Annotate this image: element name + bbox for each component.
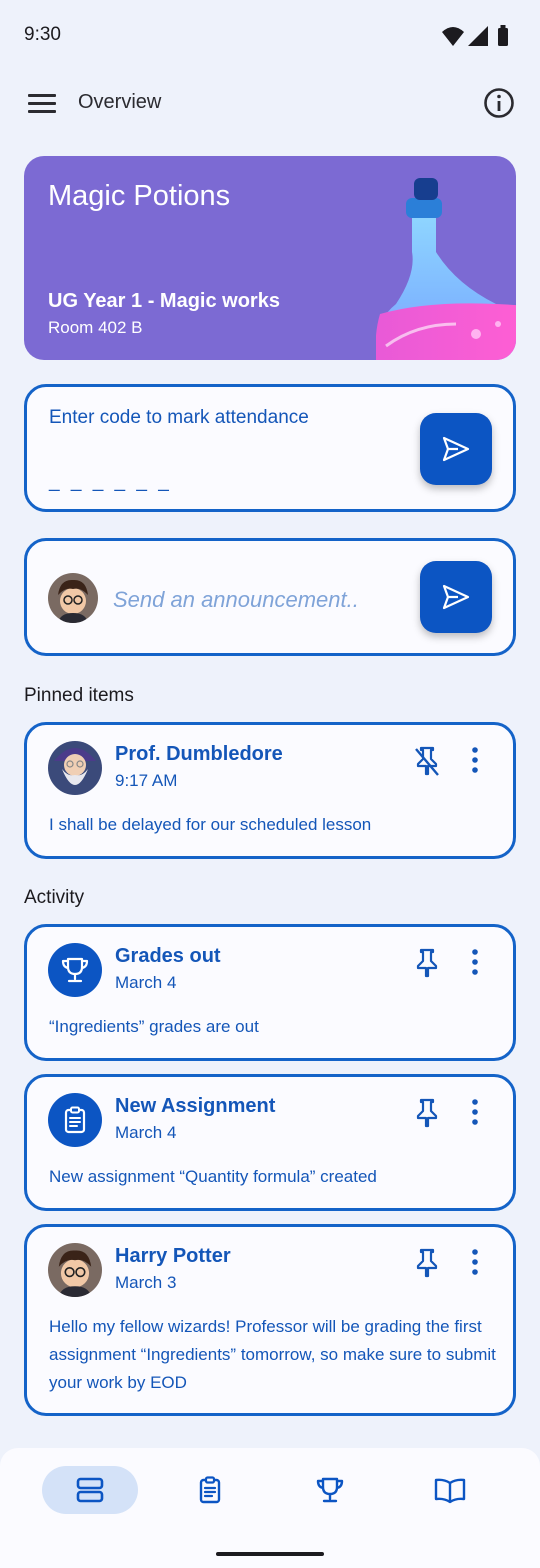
clipboard-icon	[64, 1106, 86, 1134]
avatar	[48, 573, 98, 623]
page-title: Overview	[78, 91, 162, 113]
top-app-bar: Overview	[0, 72, 540, 136]
announcement-composer	[24, 538, 516, 656]
info-icon	[484, 88, 514, 118]
nav-grades[interactable]	[282, 1466, 378, 1514]
pin-button[interactable]	[413, 947, 441, 979]
avatar	[48, 741, 102, 795]
course-subtitle: UG Year 1 - Magic works	[48, 290, 280, 312]
attendance-card: Enter code to mark attendance _ _ _ _ _ …	[24, 384, 516, 512]
activity-body: New assignment “Quantity formula” create…	[49, 1167, 377, 1186]
status-icons	[442, 25, 508, 46]
activity-card-post[interactable]: Harry Potter March 3 Hello my fellow wiz…	[24, 1224, 516, 1416]
avatar-harry-icon	[48, 1243, 102, 1297]
activity-card-grades[interactable]: Grades out March 4 “Ingredients” grades …	[24, 924, 516, 1061]
unpin-icon	[415, 746, 439, 776]
pin-button[interactable]	[413, 1097, 441, 1129]
course-title: Magic Potions	[48, 180, 231, 212]
book-icon	[434, 1478, 466, 1504]
activity-body: “Ingredients” grades are out	[49, 1017, 259, 1036]
status-time: 9:30	[24, 24, 61, 45]
post-author: Prof. Dumbledore	[115, 743, 283, 765]
pin-icon	[416, 948, 438, 978]
info-button[interactable]	[482, 86, 516, 120]
activity-card-assignment[interactable]: New Assignment March 4 New assignment “Q…	[24, 1074, 516, 1211]
activity-title: Grades out	[115, 945, 221, 967]
trophy-icon	[61, 957, 89, 983]
potion-flask-illustration	[376, 178, 516, 360]
status-bar: 9:30	[0, 0, 540, 72]
send-icon	[442, 584, 470, 610]
more-options-button[interactable]	[465, 1097, 485, 1127]
activity-title: Harry Potter	[115, 1245, 231, 1267]
attendance-label: Enter code to mark attendance	[49, 407, 309, 428]
pinned-heading: Pinned items	[24, 685, 134, 706]
nav-stream[interactable]	[42, 1466, 138, 1514]
avatar	[48, 1243, 102, 1297]
course-room: Room 402 B	[48, 318, 143, 337]
pinned-post-card[interactable]: Prof. Dumbledore 9:17 AM I shall be dela…	[24, 722, 516, 859]
more-vert-icon	[472, 1099, 478, 1125]
activity-body: Hello my fellow wizards! Professor will …	[49, 1317, 496, 1392]
send-icon	[442, 436, 470, 462]
activity-date: March 4	[115, 973, 177, 992]
pin-icon	[416, 1098, 438, 1128]
trophy-badge	[48, 943, 102, 997]
bottom-navigation	[0, 1448, 540, 1568]
nav-assignments[interactable]	[162, 1466, 258, 1514]
pin-icon	[416, 1248, 438, 1278]
announcement-input[interactable]	[113, 585, 403, 615]
attendance-code-field[interactable]: _ _ _ _ _ _	[49, 471, 172, 493]
activity-date: March 4	[115, 1123, 177, 1142]
post-body: I shall be delayed for our scheduled les…	[49, 815, 372, 834]
more-vert-icon	[472, 949, 478, 975]
more-options-button[interactable]	[465, 1247, 485, 1277]
pin-button[interactable]	[413, 1247, 441, 1279]
hamburger-icon	[28, 94, 56, 113]
more-options-button[interactable]	[465, 947, 485, 977]
battery-icon	[498, 28, 508, 46]
activity-heading: Activity	[24, 887, 85, 908]
assignments-icon	[199, 1476, 221, 1504]
more-vert-icon	[472, 1249, 478, 1275]
avatar-harry-icon	[48, 573, 98, 623]
signal-icon	[468, 26, 488, 46]
course-banner[interactable]: Magic Potions UG Year 1 - Magic works Ro…	[24, 156, 516, 360]
menu-button[interactable]	[24, 88, 60, 120]
more-vert-icon	[472, 747, 478, 773]
post-time: 9:17 AM	[115, 771, 178, 790]
stream-icon	[76, 1477, 104, 1503]
clipboard-badge	[48, 1093, 102, 1147]
nav-resources[interactable]	[402, 1466, 498, 1514]
more-options-button[interactable]	[465, 745, 485, 775]
wifi-icon	[442, 27, 464, 46]
home-indicator	[216, 1552, 324, 1556]
send-announcement-button[interactable]	[420, 561, 492, 633]
unpin-button[interactable]	[413, 745, 441, 777]
submit-attendance-button[interactable]	[420, 413, 492, 485]
activity-title: New Assignment	[115, 1095, 276, 1117]
activity-date: March 3	[115, 1273, 177, 1292]
grades-icon	[316, 1477, 344, 1503]
avatar-dumbledore-icon	[48, 741, 102, 795]
